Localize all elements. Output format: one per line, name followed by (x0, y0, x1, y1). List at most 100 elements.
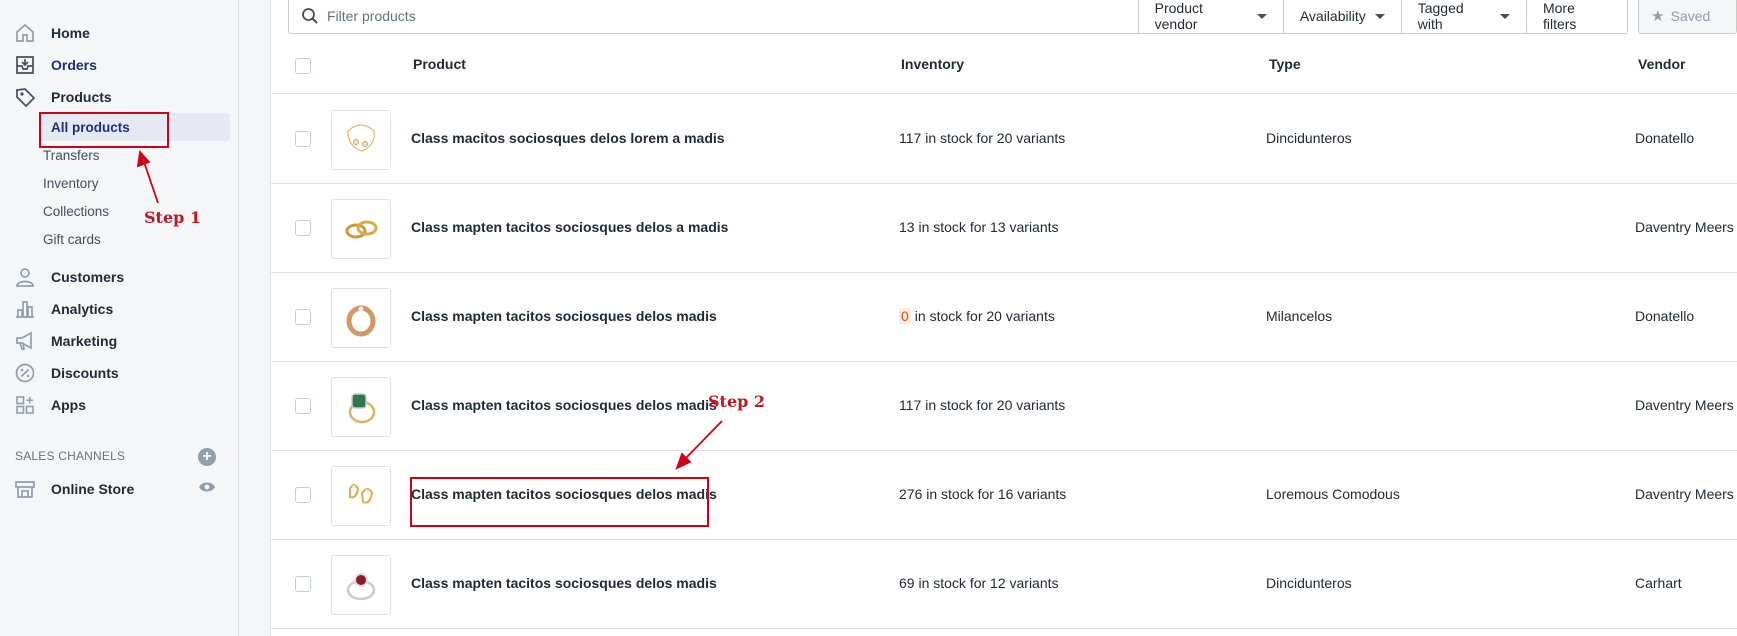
sales-channels-title: SALES CHANNELS (15, 449, 126, 463)
jewelry-image (345, 220, 378, 239)
product-name[interactable]: Class mapten tacitos sociosques delos ma… (411, 308, 717, 324)
table-row[interactable]: Class mapten tacitos sociosques delos a … (271, 184, 1737, 273)
apps-icon (16, 396, 34, 414)
search-input[interactable] (327, 5, 1127, 27)
inventory-cell: 117 in stock for 20 variants (899, 397, 1066, 413)
megaphone-icon (16, 331, 32, 350)
header-vendor[interactable]: Vendor (1638, 56, 1685, 72)
nav-online-store-label: Online Store (51, 481, 135, 497)
nav-customers-label: Customers (51, 269, 125, 285)
nav-marketing[interactable]: Marketing (8, 326, 230, 356)
step2-highlight-box (410, 477, 709, 527)
row-checkbox[interactable] (295, 131, 311, 147)
nav-products-label: Products (51, 89, 112, 105)
product-thumbnail[interactable] (331, 466, 391, 526)
inventory-cell: 13 in stock for 13 variants (899, 219, 1059, 235)
product-vendor-filter[interactable]: Product vendor (1138, 0, 1284, 34)
product-vendor-label: Product vendor (1154, 0, 1203, 32)
nav-orders[interactable]: Orders (8, 50, 230, 80)
row-checkbox[interactable] (295, 309, 311, 325)
tagged-with-filter[interactable]: Tagged with (1401, 0, 1527, 34)
vendor-cell: Donatello (1635, 308, 1695, 324)
table-row[interactable]: Class mapten tacitos sociosques delos ma… (271, 540, 1737, 629)
vendor-cell: Carhart (1635, 575, 1682, 591)
saved-button[interactable]: ★ Saved (1638, 0, 1737, 34)
inventory-cell: 0 in stock for 20 variants (899, 308, 1055, 324)
nav-apps-label: Apps (51, 397, 86, 413)
product-thumbnail[interactable] (331, 110, 391, 170)
type-cell: Dincidunteros (1266, 575, 1352, 591)
table-row[interactable]: Class macitos sociosques delos lorem a m… (271, 95, 1737, 184)
zero-stock-badge: 0 (899, 308, 911, 324)
type-cell: Loremous Comodous (1266, 486, 1400, 502)
add-channel-button[interactable]: + (198, 448, 216, 466)
tagged-with-label: Tagged with (1417, 0, 1464, 32)
header-product[interactable]: Product (413, 56, 466, 72)
nav-customers[interactable]: Customers (8, 262, 230, 292)
type-cell: Milancelos (1266, 308, 1333, 324)
table-row[interactable]: Class mapten tacitos sociosques delos ma… (271, 362, 1737, 451)
nav-products[interactable]: Products (8, 82, 230, 112)
nav-home[interactable]: Home (8, 18, 230, 48)
chevron-down-icon (1374, 13, 1385, 19)
availability-filter[interactable]: Availability (1283, 0, 1402, 34)
product-thumbnail[interactable] (331, 555, 391, 615)
inventory-text: in stock for 20 variants (914, 308, 1055, 324)
nav-discounts-label: Discounts (51, 365, 119, 381)
sidebar: Home Orders Products All products Transf… (0, 0, 239, 636)
step1-highlight-box (39, 112, 169, 148)
eye-icon[interactable] (198, 481, 216, 493)
header-inventory[interactable]: Inventory (901, 56, 964, 72)
jewelry-image (347, 124, 375, 152)
analytics-icon (16, 301, 34, 318)
search-box[interactable] (288, 0, 1139, 34)
home-icon (16, 23, 34, 42)
sidebar-item-gift-cards[interactable]: Gift cards (43, 227, 101, 251)
row-checkbox[interactable] (295, 220, 311, 236)
jewelry-image (346, 305, 376, 337)
jewelry-image (348, 393, 376, 424)
more-filters-button[interactable]: More filters (1526, 0, 1629, 34)
vendor-cell: Daventry Meers (1635, 486, 1734, 502)
product-thumbnail[interactable] (331, 377, 391, 437)
vendor-cell: Daventry Meers (1635, 219, 1734, 235)
vendor-cell: Donatello (1635, 130, 1695, 146)
header-type[interactable]: Type (1269, 56, 1301, 72)
nav-orders-label: Orders (51, 57, 97, 73)
row-checkbox[interactable] (295, 487, 311, 503)
orders-icon (16, 56, 34, 74)
vendor-cell: Daventry Meers (1635, 397, 1734, 413)
nav-discounts[interactable]: Discounts (8, 358, 230, 388)
nav-analytics-label: Analytics (51, 301, 114, 317)
select-all-checkbox[interactable] (295, 58, 311, 74)
table-row[interactable]: Class mapten tacitos sociosques delos ma… (271, 273, 1737, 362)
nav-analytics[interactable]: Analytics (8, 294, 230, 324)
jewelry-image (349, 484, 374, 504)
more-filters-label: More filters (1542, 0, 1577, 32)
availability-label: Availability (1299, 8, 1366, 24)
chevron-down-icon (1256, 13, 1267, 19)
step2-label: Step 2 (708, 392, 766, 411)
product-name[interactable]: Class mapten tacitos sociosques delos ma… (411, 397, 717, 413)
product-name[interactable]: Class mapten tacitos sociosques delos a … (411, 219, 728, 235)
nav-home-label: Home (51, 25, 90, 41)
product-name[interactable]: Class mapten tacitos sociosques delos ma… (411, 575, 717, 591)
nav-apps[interactable]: Apps (8, 390, 230, 420)
product-name[interactable]: Class macitos sociosques delos lorem a m… (411, 130, 725, 146)
tag-icon (16, 88, 36, 108)
product-thumbnail[interactable] (331, 288, 391, 348)
product-thumbnail[interactable] (331, 199, 391, 259)
store-icon (15, 481, 35, 498)
nav-online-store[interactable]: Online Store (8, 474, 230, 504)
sidebar-item-inventory[interactable]: Inventory (43, 171, 99, 195)
inventory-cell: 276 in stock for 16 variants (899, 486, 1067, 502)
search-icon (302, 8, 318, 24)
row-checkbox[interactable] (295, 398, 311, 414)
filter-toolbar: Product vendor Availability Tagged with … (288, 0, 1737, 34)
person-icon (16, 268, 34, 287)
main-content: Product vendor Availability Tagged with … (270, 0, 1737, 636)
sidebar-item-collections[interactable]: Collections (43, 199, 109, 223)
jewelry-image (346, 573, 376, 601)
inventory-cell: 117 in stock for 20 variants (899, 130, 1066, 146)
row-checkbox[interactable] (295, 576, 311, 592)
